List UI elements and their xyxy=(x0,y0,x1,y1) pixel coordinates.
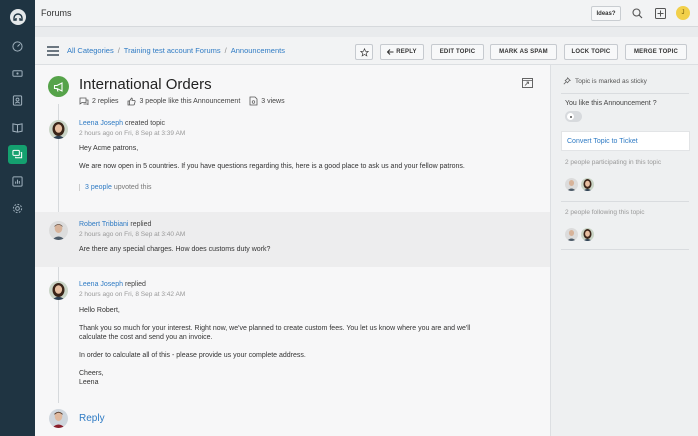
post-action: created topic xyxy=(124,120,166,127)
top-bar: Forums Ideas? J xyxy=(35,0,698,27)
user-avatar[interactable]: J xyxy=(676,6,690,20)
add-icon[interactable] xyxy=(654,7,666,19)
merge-topic-button[interactable]: MERGE TOPIC xyxy=(625,44,687,60)
post-time: 2 hours ago on Fri, 8 Sep at 3:42 AM xyxy=(79,291,186,298)
follow-star-button[interactable] xyxy=(355,44,373,60)
tickets-icon[interactable] xyxy=(8,64,27,83)
post-body: Hey Acme patrons, We are now open in 5 c… xyxy=(79,145,465,170)
follower-avatar[interactable] xyxy=(565,228,578,241)
edit-topic-button[interactable]: EDIT TOPIC xyxy=(431,44,484,60)
mark-as-spam-button[interactable]: MARK AS SPAM xyxy=(490,44,557,60)
likes-count: 3 people like this Announcement xyxy=(127,97,240,106)
star-icon xyxy=(359,47,369,57)
section-title: Forums xyxy=(41,8,72,18)
participant-avatar[interactable] xyxy=(565,178,578,191)
post-author[interactable]: Leena Joseph xyxy=(79,120,123,127)
breadcrumb-all-categories[interactable]: All Categories xyxy=(67,46,114,55)
topic-meta: 2 replies 3 people like this Announcemen… xyxy=(79,96,294,106)
participating-label: 2 people participating in this topic xyxy=(565,159,662,166)
post-time: 2 hours ago on Fri, 8 Sep at 3:40 AM xyxy=(79,231,186,238)
reply-arrow-icon xyxy=(387,49,394,55)
breadcrumb: All Categories / Training test account For… xyxy=(67,46,285,55)
forums-icon[interactable] xyxy=(8,145,27,164)
views-count: 3 views xyxy=(249,96,285,106)
lock-topic-button[interactable]: LOCK TOPIC xyxy=(564,44,618,60)
upvoters-link[interactable]: 3 people xyxy=(85,184,112,191)
action-bar: All Categories / Training test account For… xyxy=(35,37,698,65)
reply-bar: Reply xyxy=(35,403,550,436)
topic-title: International Orders xyxy=(79,76,212,93)
thumbs-up-icon xyxy=(128,97,137,105)
current-user-avatar xyxy=(49,409,68,428)
announcement-icon xyxy=(48,76,69,97)
post-action: replied xyxy=(124,281,146,288)
reply-button[interactable]: REPLY xyxy=(380,44,424,60)
settings-icon[interactable] xyxy=(8,199,27,218)
topic-side-panel: Topic is marked as sticky You like this … xyxy=(550,65,698,436)
sticky-status: Topic is marked as sticky xyxy=(563,77,647,85)
like-question: You like this Announcement ? xyxy=(565,100,657,107)
post-body: Are there any special charges. How does … xyxy=(79,246,271,253)
post-time: 2 hours ago on Fri, 8 Sep at 3:39 AM xyxy=(79,130,186,137)
post-action: replied xyxy=(130,221,152,228)
post-author[interactable]: Leena Joseph xyxy=(79,281,123,288)
like-toggle[interactable] xyxy=(565,111,582,122)
dashboard-icon[interactable] xyxy=(8,37,27,56)
replies-count: 2 replies xyxy=(79,97,118,106)
leena-avatar xyxy=(49,281,68,300)
post-1: Leena Joseph created topic 2 hours ago o… xyxy=(35,112,550,208)
reports-icon[interactable] xyxy=(8,172,27,191)
convert-topic-to-ticket-link[interactable]: Convert Topic to Ticket xyxy=(567,138,638,145)
ideas-button[interactable]: Ideas? xyxy=(591,6,621,21)
follower-avatar[interactable] xyxy=(581,228,594,241)
contacts-icon[interactable] xyxy=(8,91,27,110)
open-external-icon[interactable] xyxy=(522,78,533,90)
participant-avatar[interactable] xyxy=(581,178,594,191)
post-body: Hello Robert, Thank you so much for your… xyxy=(79,307,471,386)
pin-icon xyxy=(563,77,571,85)
knowledge-base-icon[interactable] xyxy=(8,118,27,137)
search-icon[interactable] xyxy=(631,7,643,19)
post-2: Robert Tribbiani replied 2 hours ago on … xyxy=(35,212,550,267)
menu-icon[interactable] xyxy=(47,46,59,56)
views-icon xyxy=(249,96,258,106)
post-author[interactable]: Robert Tribbiani xyxy=(79,221,128,228)
topic-main: International Orders 2 replies 3 people … xyxy=(35,65,550,436)
app-logo-icon[interactable] xyxy=(10,9,26,25)
following-label: 2 people following this topic xyxy=(565,209,645,216)
leena-avatar xyxy=(49,120,68,139)
sidebar xyxy=(0,0,35,436)
breadcrumb-forum[interactable]: Training test account Forums xyxy=(124,46,221,55)
post-3: Leena Joseph replied 2 hours ago on Fri,… xyxy=(35,272,550,402)
replies-icon xyxy=(79,97,89,105)
convert-to-ticket-box: Convert Topic to Ticket xyxy=(561,131,690,151)
reply-link[interactable]: Reply xyxy=(79,413,105,424)
robert-avatar xyxy=(49,221,68,240)
breadcrumb-announcements[interactable]: Announcements xyxy=(231,46,285,55)
upvote-info: 3 people upvoted this xyxy=(79,184,152,191)
